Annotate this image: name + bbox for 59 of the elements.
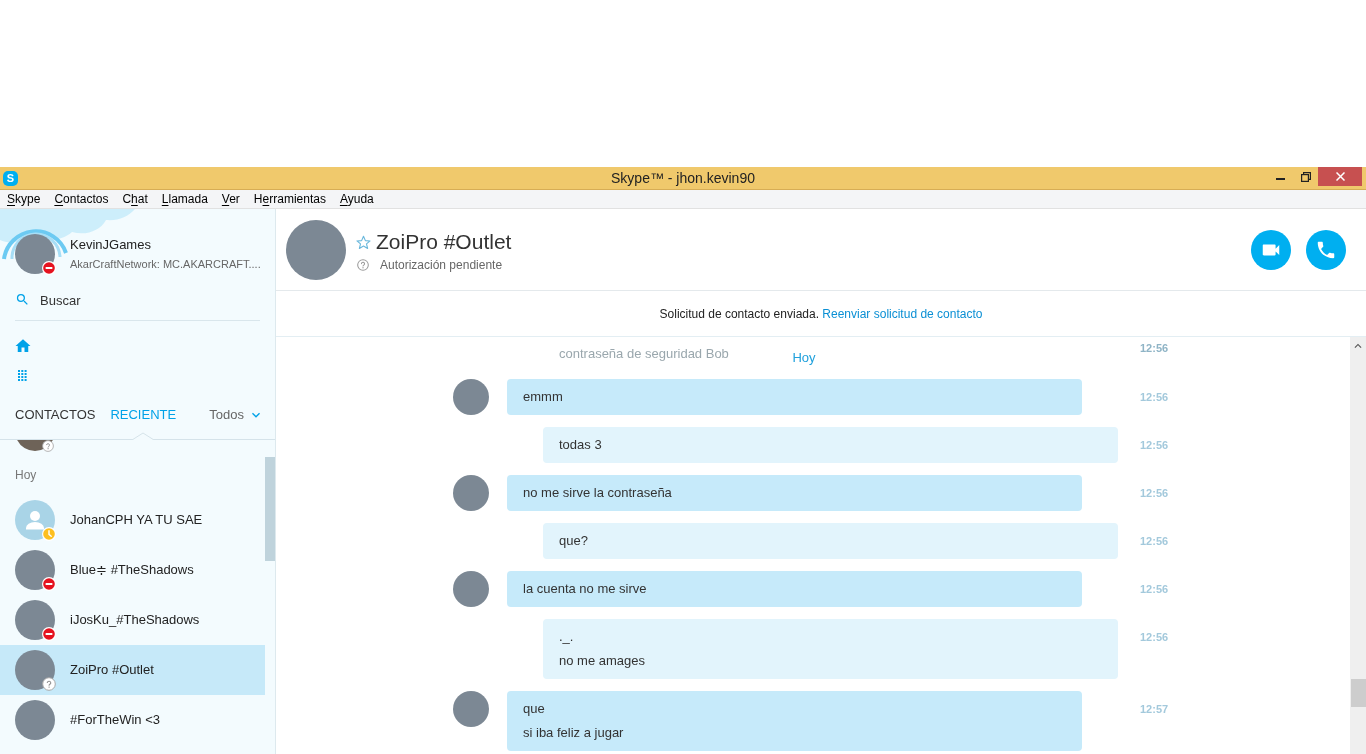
message-time: 12:56 [1140, 582, 1169, 597]
message-time: 12:56 [1140, 486, 1169, 501]
home-icon[interactable] [14, 337, 32, 355]
avatar-photo [453, 571, 489, 607]
scrollbar-thumb[interactable] [265, 457, 275, 561]
menu-item[interactable]: Chat [122, 191, 148, 207]
phone-icon [1315, 239, 1337, 261]
day-separator: Hoy [792, 350, 816, 366]
contact-item[interactable]: Blue≑ #TheShadows [0, 545, 265, 595]
avatar-photo [453, 691, 489, 727]
message-time: 12:57 [1140, 702, 1169, 717]
scrollbar-thumb[interactable] [1350, 679, 1366, 707]
menu-item[interactable]: Contactos [54, 191, 109, 207]
mood-message: AkarCraftNetwork: MC.AKARCRAFT.... [70, 258, 261, 271]
contact-item[interactable]: #ForTheWin <3 [0, 695, 265, 745]
menu-item[interactable]: Herramientas [253, 191, 326, 207]
contact-item[interactable]: JohanCPH YA TU SAE [0, 495, 265, 545]
message-time: 12:56 [1140, 438, 1169, 453]
video-call-button[interactable] [1251, 230, 1291, 270]
contact-status: Autorización pendiente [380, 258, 503, 272]
message-time: 12:56 [1140, 630, 1169, 645]
message-text: emmm [523, 388, 564, 406]
dialpad-icon[interactable] [18, 370, 27, 382]
avatar-photo [453, 379, 489, 415]
call-button[interactable] [1306, 230, 1346, 270]
contact-title: ZoiPro #Outlet [376, 230, 512, 254]
contact-request-notice: Solicitud de contacto enviada. Reenviar solicitud de contacto [659, 306, 983, 321]
contact-item[interactable]: iJosKu_#TheShadows [0, 595, 265, 645]
message-text: todas 3 [559, 436, 603, 454]
message-time: 12:56 [1140, 390, 1169, 405]
message-text: que si iba feliz a jugar [523, 700, 625, 742]
tab[interactable]: CONTACTOS [15, 405, 96, 439]
faded-message-text: contraseña de seguridad Bob [559, 346, 729, 361]
close-icon [1335, 172, 1345, 181]
menu-item[interactable]: Ver [221, 191, 240, 207]
avatar-photo [286, 220, 346, 280]
menu-item[interactable]: Llamada [161, 191, 208, 207]
profile-name: KevinJGames [70, 237, 152, 252]
minimize-icon [1276, 177, 1285, 180]
question-circle-icon [357, 259, 369, 271]
search-icon [15, 292, 30, 307]
skype-logo: S [3, 170, 18, 186]
message-text: no me sirve la contraseña [523, 484, 673, 502]
star-outline-icon[interactable] [356, 234, 371, 250]
avatar-photo [453, 475, 489, 511]
window-title: Skype™ - jhon.kevin90 [611, 169, 755, 187]
message-text: que? [559, 532, 589, 550]
restore-icon [1300, 171, 1311, 182]
contact-item[interactable]: ZoiPro #Outlet [0, 645, 265, 695]
search-field[interactable]: Buscar [40, 290, 230, 310]
menu-item[interactable]: Ayuda [339, 191, 374, 207]
message-text: ._. no me amages [559, 628, 646, 670]
faded-message-time: 12:56 [1140, 341, 1169, 355]
resend-request-link[interactable]: Reenviar solicitud de contacto [822, 306, 983, 321]
message-text: la cuenta no me sirve [523, 580, 648, 598]
group-header: Hoy [14, 467, 38, 484]
filter-dropdown[interactable]: Todos [209, 405, 264, 425]
menu-item[interactable]: Skype [7, 191, 41, 207]
message-time: 12:56 [1140, 534, 1169, 549]
